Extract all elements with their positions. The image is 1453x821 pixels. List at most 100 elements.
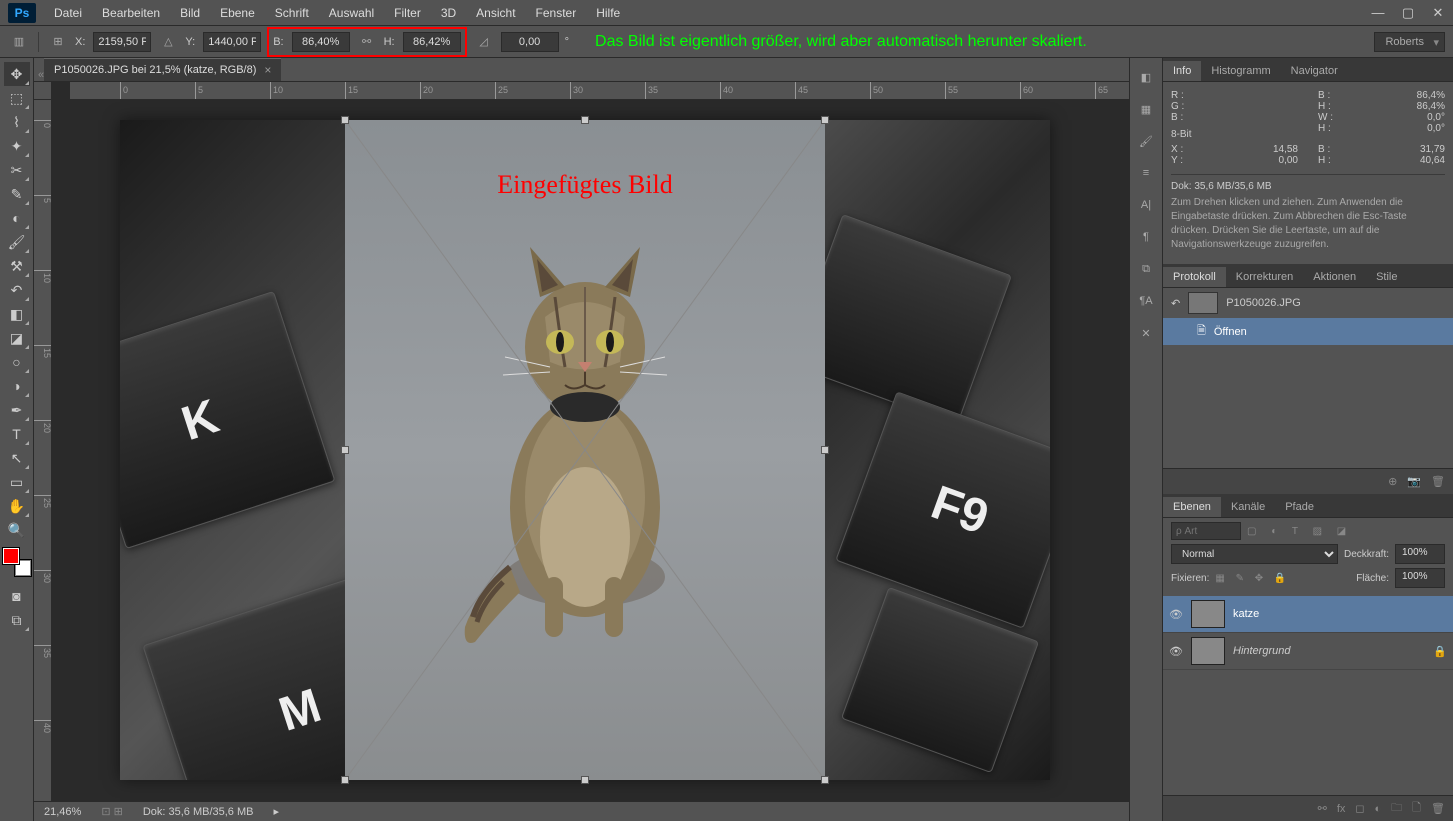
layer-name[interactable]: katze bbox=[1233, 608, 1259, 620]
lock-icons[interactable]: ▦ ✎ ✥ 🔒 bbox=[1215, 573, 1290, 584]
marquee-tool[interactable]: ⬚ bbox=[4, 86, 30, 110]
history-snapshot[interactable]: ↶ P1050026.JPG bbox=[1163, 288, 1453, 318]
color-swatches[interactable] bbox=[3, 548, 31, 576]
layer-hintergrund[interactable]: 👁 Hintergrund 🔒 bbox=[1163, 633, 1453, 670]
visibility-icon[interactable]: 👁 bbox=[1169, 645, 1183, 658]
character-panel-icon[interactable]: A| bbox=[1135, 194, 1157, 216]
new-layer-icon[interactable]: 🗋 bbox=[1412, 799, 1421, 818]
lock-icon[interactable]: 🔒 bbox=[1433, 645, 1447, 658]
menu-ansicht[interactable]: Ansicht bbox=[466, 2, 525, 24]
quick-mask-toggle[interactable]: ◙ bbox=[4, 584, 30, 608]
width-input[interactable] bbox=[292, 32, 350, 52]
minimize-button[interactable]: — bbox=[1363, 3, 1393, 23]
zoom-level[interactable]: 21,46% bbox=[44, 806, 81, 818]
menu-bearbeiten[interactable]: Bearbeiten bbox=[92, 2, 170, 24]
tab-navigator[interactable]: Navigator bbox=[1281, 61, 1348, 81]
document-canvas[interactable]: K M F9 bbox=[120, 120, 1050, 780]
link-layers-icon[interactable]: ⚯ bbox=[1318, 802, 1327, 815]
status-icons[interactable]: ⊡ ⊞ bbox=[101, 805, 123, 818]
gradient-tool[interactable]: ◪ bbox=[4, 326, 30, 350]
delta-icon[interactable]: △ bbox=[157, 31, 179, 53]
menu-fenster[interactable]: Fenster bbox=[526, 2, 587, 24]
brush-panel-icon[interactable]: 🖌 bbox=[1135, 130, 1157, 152]
menu-datei[interactable]: Datei bbox=[44, 2, 92, 24]
tab-stile[interactable]: Stile bbox=[1366, 267, 1407, 287]
create-document-icon[interactable]: ⊕ bbox=[1388, 475, 1397, 488]
layer-name[interactable]: Hintergrund bbox=[1233, 645, 1290, 657]
workspace-dropdown[interactable]: Roberts bbox=[1374, 32, 1445, 52]
menu-ebene[interactable]: Ebene bbox=[210, 2, 265, 24]
document-tab[interactable]: P1050026.JPG bei 21,5% (katze, RGB/8) × bbox=[44, 58, 281, 81]
crop-tool[interactable]: ✂ bbox=[4, 158, 30, 182]
type-tool[interactable]: T bbox=[4, 422, 30, 446]
layer-thumb[interactable] bbox=[1191, 637, 1225, 665]
document-size[interactable]: Dok: 35,6 MB/35,6 MB bbox=[143, 806, 254, 818]
swatches-panel-icon[interactable]: ▦ bbox=[1135, 98, 1157, 120]
menu-auswahl[interactable]: Auswahl bbox=[319, 2, 384, 24]
tab-histogram[interactable]: Histogramm bbox=[1201, 61, 1280, 81]
eyedropper-tool[interactable]: ✎ bbox=[4, 182, 30, 206]
shape-tool[interactable]: ▭ bbox=[4, 470, 30, 494]
menu-filter[interactable]: Filter bbox=[384, 2, 431, 24]
pen-tool[interactable]: ✒ bbox=[4, 398, 30, 422]
delete-layer-icon[interactable]: 🗑 bbox=[1431, 802, 1445, 815]
adjustment-layer-icon[interactable]: ◐ bbox=[1375, 803, 1382, 815]
layer-style-icon[interactable]: fx bbox=[1337, 803, 1346, 815]
lasso-tool[interactable]: ⌇ bbox=[4, 110, 30, 134]
brush-tool[interactable]: 🖌 bbox=[4, 230, 30, 254]
fill-input[interactable]: 100% bbox=[1395, 568, 1445, 588]
clone-stamp-tool[interactable]: ⚒ bbox=[4, 254, 30, 278]
menu-bild[interactable]: Bild bbox=[170, 2, 210, 24]
blur-tool[interactable]: ○ bbox=[4, 350, 30, 374]
tab-info[interactable]: Info bbox=[1163, 61, 1201, 81]
paragraph-styles-icon[interactable]: ¶A bbox=[1135, 290, 1157, 312]
move-tool[interactable]: ✥ bbox=[4, 62, 30, 86]
layer-katze[interactable]: 👁 katze bbox=[1163, 596, 1453, 633]
layer-filter-input[interactable] bbox=[1171, 522, 1241, 540]
history-brush-tool[interactable]: ↶ bbox=[4, 278, 30, 302]
menu-3d[interactable]: 3D bbox=[431, 2, 466, 24]
y-input[interactable] bbox=[203, 32, 261, 52]
foreground-color[interactable] bbox=[3, 548, 19, 564]
color-panel-icon[interactable]: ◧ bbox=[1135, 66, 1157, 88]
horizontal-ruler[interactable]: 0 5 10 15 20 25 30 35 40 45 50 55 60 65 bbox=[70, 82, 1129, 100]
clone-source-icon[interactable]: ⧉ bbox=[1135, 258, 1157, 280]
filter-type-icons[interactable]: ▢ ◐ T ▨ ◪ bbox=[1247, 526, 1352, 537]
close-tab-icon[interactable]: × bbox=[264, 63, 271, 77]
tab-kanaele[interactable]: Kanäle bbox=[1221, 497, 1275, 517]
dodge-tool[interactable]: ◑ bbox=[4, 374, 30, 398]
angle-input[interactable] bbox=[501, 32, 559, 52]
path-selection-tool[interactable]: ↖ bbox=[4, 446, 30, 470]
height-input[interactable] bbox=[403, 32, 461, 52]
paragraph-panel-icon[interactable]: ¶ bbox=[1135, 226, 1157, 248]
layer-group-icon[interactable]: 🗀 bbox=[1391, 799, 1402, 818]
screen-mode-toggle[interactable]: ⧉ bbox=[4, 608, 30, 632]
tool-presets-icon[interactable]: ✕ bbox=[1135, 322, 1157, 344]
zoom-tool[interactable]: 🔍 bbox=[4, 518, 30, 542]
opacity-input[interactable]: 100% bbox=[1395, 544, 1445, 564]
transform-tool-icon[interactable]: ▥ bbox=[8, 31, 30, 53]
status-arrow[interactable]: ▸ bbox=[273, 805, 279, 818]
tab-aktionen[interactable]: Aktionen bbox=[1303, 267, 1366, 287]
layer-mask-icon[interactable]: ◻ bbox=[1355, 802, 1364, 815]
link-icon[interactable]: ⚯ bbox=[356, 31, 378, 53]
visibility-icon[interactable]: 👁 bbox=[1169, 608, 1183, 621]
menu-schrift[interactable]: Schrift bbox=[265, 2, 319, 24]
magic-wand-tool[interactable]: ✦ bbox=[4, 134, 30, 158]
history-step-open[interactable]: 🗎 Öffnen bbox=[1163, 318, 1453, 345]
delete-icon[interactable]: 🗑 bbox=[1431, 475, 1445, 488]
vertical-ruler[interactable]: 0 5 10 15 20 25 30 35 40 bbox=[34, 100, 52, 801]
x-input[interactable] bbox=[93, 32, 151, 52]
blend-mode-dropdown[interactable]: Normal bbox=[1171, 544, 1338, 564]
menu-hilfe[interactable]: Hilfe bbox=[586, 2, 630, 24]
canvas-area[interactable]: K M F9 bbox=[52, 100, 1129, 801]
tab-korrekturen[interactable]: Korrekturen bbox=[1226, 267, 1303, 287]
healing-brush-tool[interactable]: ◐ bbox=[4, 206, 30, 230]
tab-pfade[interactable]: Pfade bbox=[1275, 497, 1324, 517]
layer-thumb[interactable] bbox=[1191, 600, 1225, 628]
hand-tool[interactable]: ✋ bbox=[4, 494, 30, 518]
tab-protokoll[interactable]: Protokoll bbox=[1163, 267, 1226, 287]
reference-point-icon[interactable]: ⊞ bbox=[47, 31, 69, 53]
snapshot-icon[interactable]: 📷 bbox=[1407, 475, 1421, 488]
tab-ebenen[interactable]: Ebenen bbox=[1163, 497, 1221, 517]
